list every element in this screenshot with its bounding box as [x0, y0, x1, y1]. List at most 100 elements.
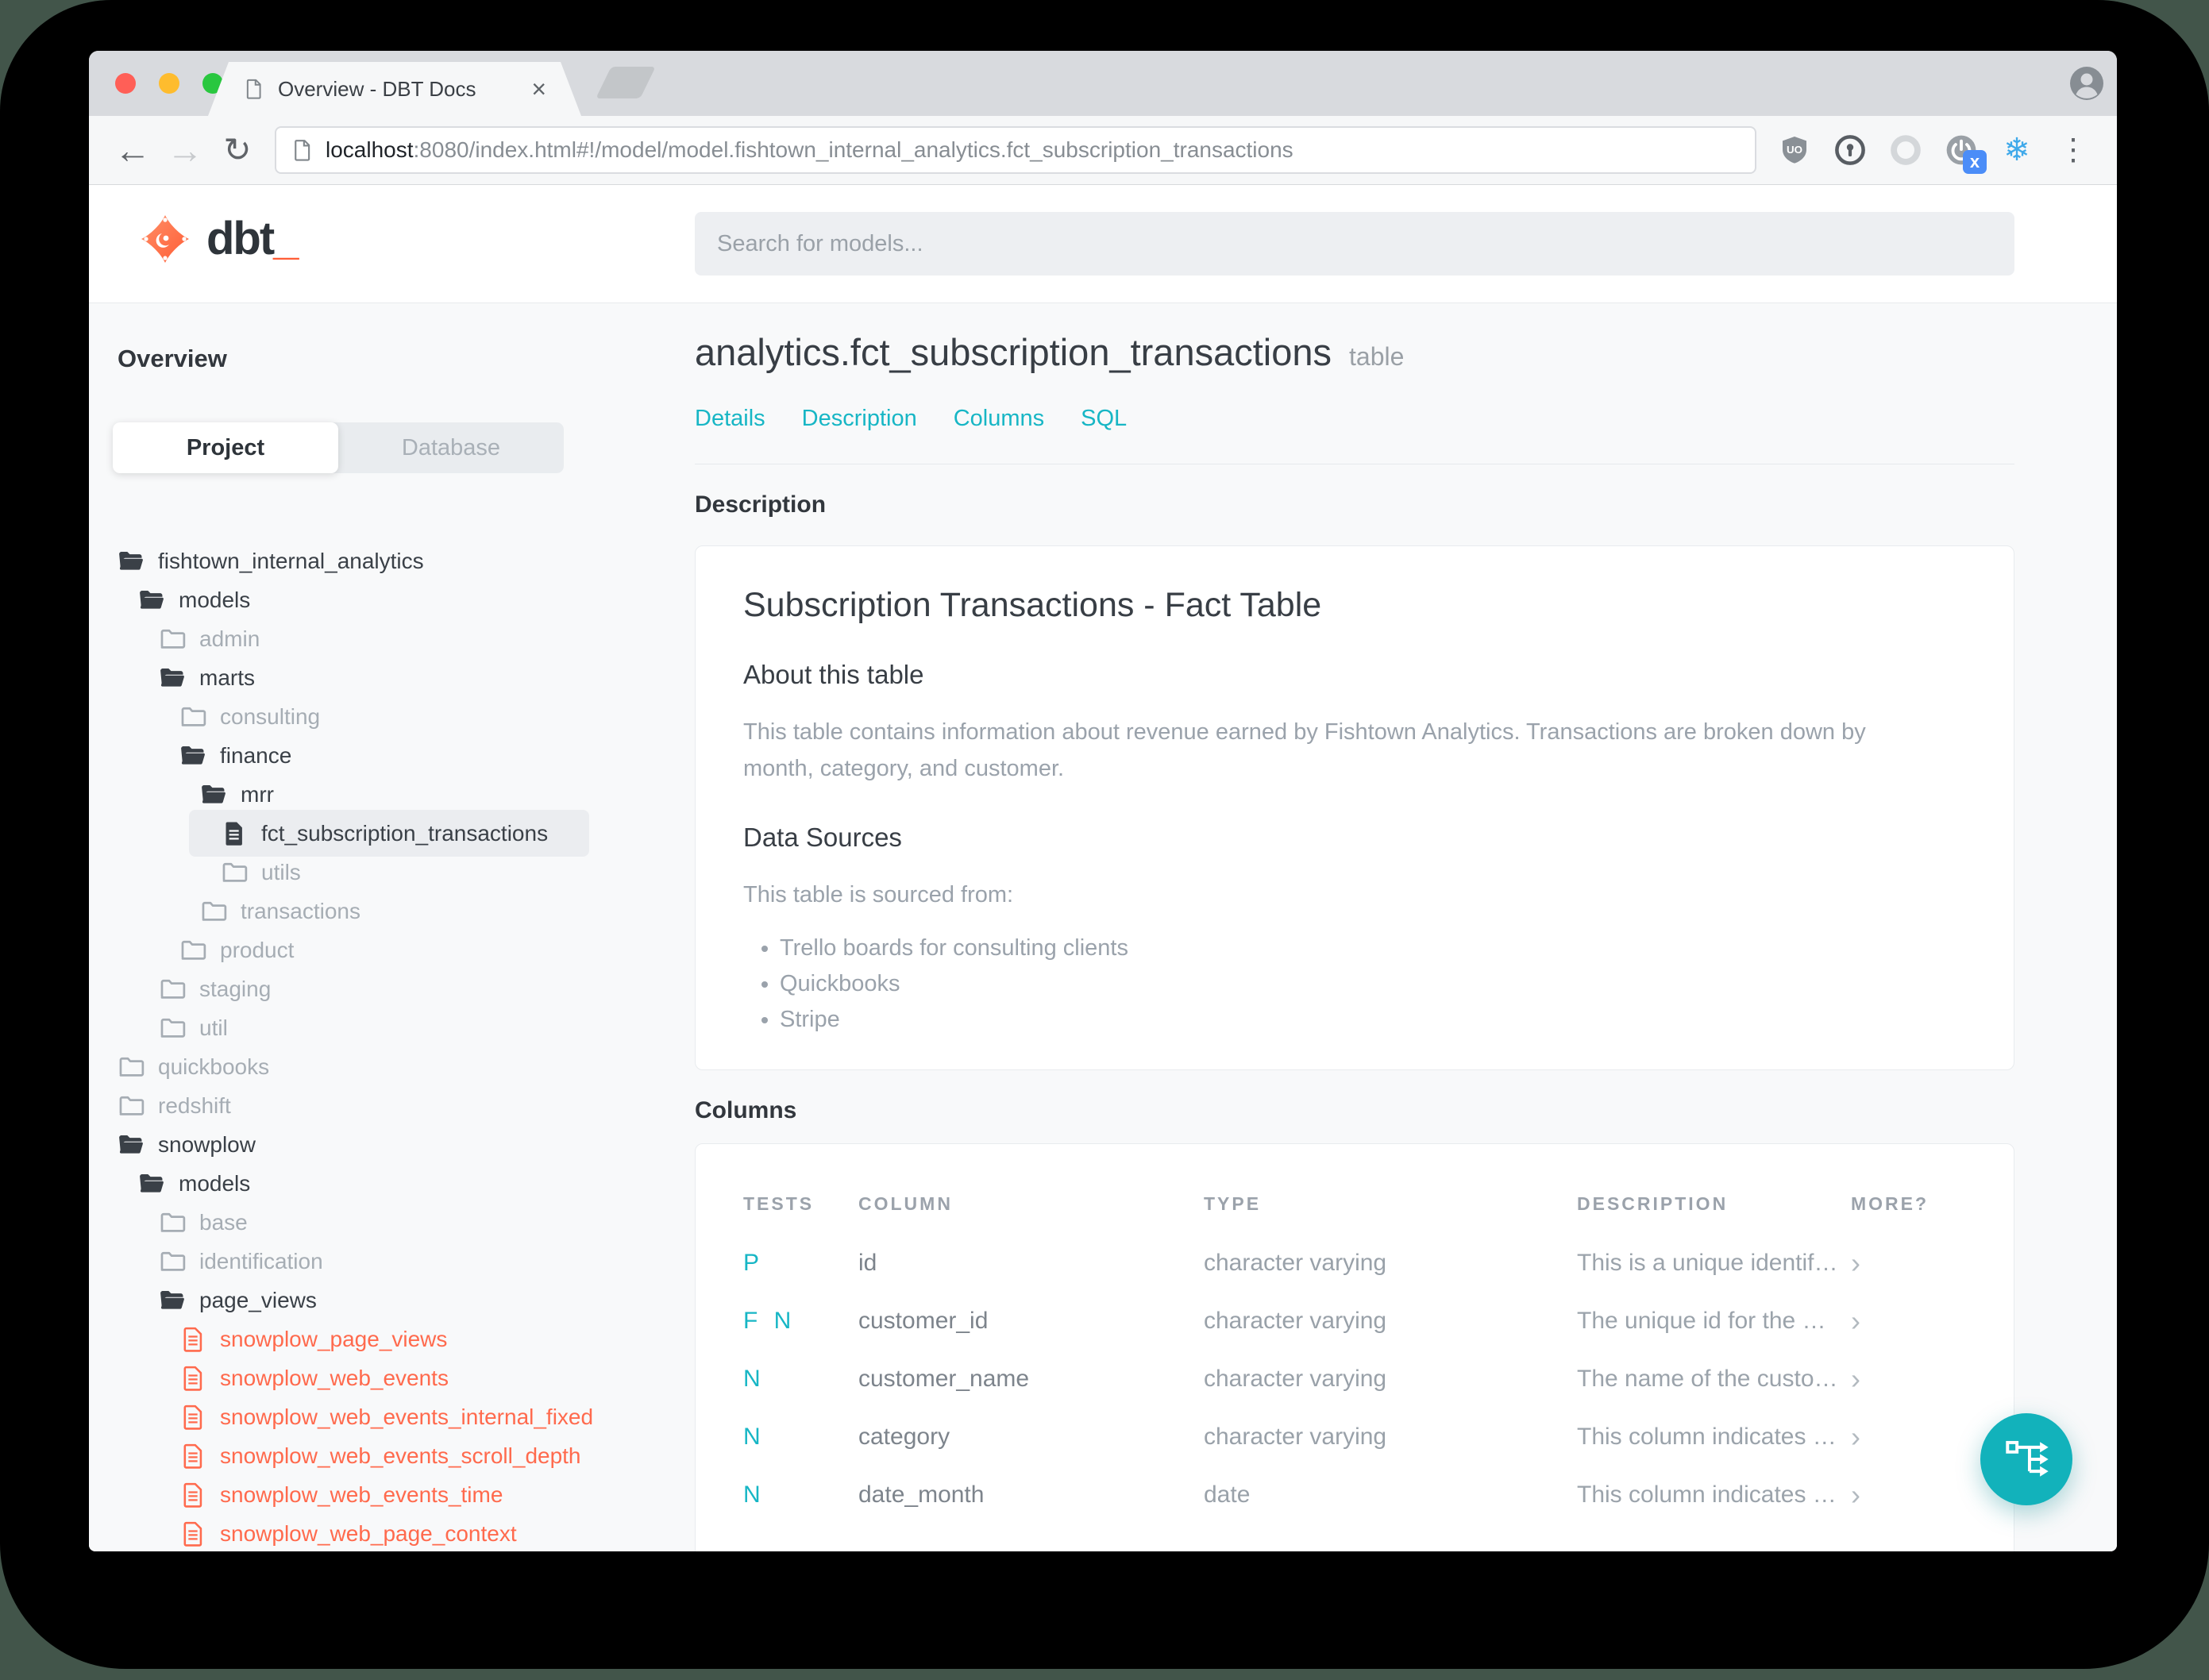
list-item: Quickbooks	[780, 971, 1966, 997]
tree-item-page-views[interactable]: page_views	[113, 1281, 683, 1320]
profile-avatar-icon[interactable]	[2069, 66, 2104, 101]
table-row[interactable]: P id character varying This is a unique …	[743, 1234, 1966, 1292]
tree-item-util[interactable]: util	[113, 1008, 683, 1047]
browser-menu-icon[interactable]: ⋮	[2050, 135, 2096, 165]
tree-item-staging[interactable]: staging	[113, 969, 683, 1008]
dbt-logo-text: dbt_	[206, 213, 299, 264]
browser-tab-strip: Overview - DBT Docs ×	[89, 51, 2117, 116]
search-input[interactable]	[695, 212, 2014, 276]
column-cell: category	[858, 1423, 950, 1450]
page-icon	[291, 138, 314, 162]
reload-button[interactable]: ↻	[214, 133, 260, 167]
tree-item-identification[interactable]: identification	[113, 1242, 683, 1281]
tree-item-snowplow-web-events-time[interactable]: snowplow_web_events_time	[113, 1475, 683, 1514]
tree-item-utils[interactable]: utils	[113, 853, 683, 892]
folder-closed-icon	[159, 1209, 186, 1236]
tree-item-snowplow-page-views[interactable]: snowplow_page_views	[113, 1320, 683, 1358]
description-cell: This column indicates …	[1577, 1481, 1837, 1508]
tree-item-snowplow-web-events-scroll-depth[interactable]: snowplow_web_events_scroll_depth	[113, 1436, 683, 1475]
table-row[interactable]: N customer_name character varying The na…	[743, 1350, 1966, 1408]
tab-details[interactable]: Details	[695, 406, 765, 432]
column-cell: id	[858, 1249, 877, 1276]
tests-cell: N	[743, 1481, 765, 1508]
tree-item-mrr[interactable]: mrr	[113, 775, 683, 814]
table-row[interactable]: F N customer_id character varying The un…	[743, 1292, 1966, 1350]
columns-section-heading: Columns	[695, 1097, 797, 1124]
list-item: Stripe	[780, 1007, 1966, 1033]
tests-cell: P	[743, 1249, 765, 1276]
tree-item-product[interactable]: product	[113, 931, 683, 969]
description-cell: The name of the custo…	[1577, 1365, 1838, 1392]
tree-item-snowplow[interactable]: snowplow	[113, 1125, 683, 1164]
data-sources-list: Trello boards for consulting clients Qui…	[743, 935, 1966, 1033]
page-title-row: analytics.fct_subscription_transactions …	[695, 330, 2117, 374]
sidebar: Overview Project Database fishtown_inter…	[89, 303, 683, 1551]
tree-item-redshift[interactable]: redshift	[113, 1086, 683, 1125]
tree-item-consulting[interactable]: consulting	[113, 697, 683, 736]
dbt-logo[interactable]: dbt_	[140, 213, 299, 264]
browser-tab[interactable]: Overview - DBT Docs ×	[208, 62, 581, 116]
tree-item-models-1[interactable]: models	[113, 580, 683, 619]
tab-sql[interactable]: SQL	[1081, 406, 1127, 432]
folder-closed-icon	[159, 1015, 186, 1042]
tab-close-icon[interactable]: ×	[531, 76, 546, 102]
expand-row-chevron-icon[interactable]: ›	[1851, 1350, 1966, 1408]
tree-item-transactions[interactable]: transactions	[113, 892, 683, 931]
tree-item-snowplow-web-page-context[interactable]: snowplow_web_page_context	[113, 1514, 683, 1551]
onepassword-extension-icon[interactable]	[1833, 133, 1868, 168]
tab-columns[interactable]: Columns	[954, 406, 1044, 432]
page-favicon-icon	[243, 78, 265, 100]
sidebar-overview-link[interactable]: Overview	[118, 345, 683, 373]
folder-open-icon	[179, 742, 206, 769]
minimize-window-button[interactable]	[159, 73, 179, 94]
app-header: dbt_	[89, 185, 2117, 303]
app-body: Overview Project Database fishtown_inter…	[89, 303, 2117, 1551]
tree-item-fct-subscription-transactions[interactable]: fct_subscription_transactions	[113, 810, 683, 857]
view-lineage-graph-button[interactable]	[1980, 1413, 2072, 1505]
back-button[interactable]: ←	[110, 132, 156, 168]
url-host: localhost	[326, 137, 414, 162]
tree-item-snowplow-web-events[interactable]: snowplow_web_events	[113, 1358, 683, 1397]
window-controls	[115, 73, 223, 94]
expand-row-chevron-icon[interactable]: ›	[1851, 1234, 1966, 1292]
expand-row-chevron-icon[interactable]: ›	[1851, 1408, 1966, 1466]
folder-open-icon	[138, 1170, 165, 1197]
pocket-extension-icon[interactable]	[1888, 133, 1923, 168]
ublock-extension-icon[interactable]: UO	[1777, 133, 1812, 168]
snowflake-extension-icon[interactable]: ❄	[1999, 133, 2034, 168]
tree-item-marts[interactable]: marts	[113, 658, 683, 697]
tab-database[interactable]: Database	[338, 422, 564, 473]
tree-item-quickbooks[interactable]: quickbooks	[113, 1047, 683, 1086]
model-nav-tabs: Details Description Columns SQL	[695, 406, 2117, 432]
tree-item-admin[interactable]: admin	[113, 619, 683, 658]
model-file-icon	[179, 1404, 206, 1431]
file-tree: fishtown_internal_analytics models admin…	[113, 541, 683, 1551]
tree-item-models-2[interactable]: models	[113, 1164, 683, 1203]
expand-row-chevron-icon[interactable]: ›	[1851, 1466, 1966, 1524]
table-row[interactable]: N date_month date This column indicates …	[743, 1466, 1966, 1524]
model-file-icon	[179, 1326, 206, 1353]
close-window-button[interactable]	[115, 73, 136, 94]
type-cell: character varying	[1204, 1365, 1387, 1392]
tree-item-finance[interactable]: finance	[113, 736, 683, 775]
tab-description[interactable]: Description	[802, 406, 917, 432]
new-tab-button[interactable]	[596, 67, 656, 98]
tests-cell: N	[743, 1423, 765, 1450]
col-header-type: TYPE	[1204, 1193, 1262, 1215]
tab-project[interactable]: Project	[113, 422, 338, 473]
table-row[interactable]: N category character varying This column…	[743, 1408, 1966, 1466]
url-path: :8080/index.html#!/model/model.fishtown_…	[413, 137, 1293, 162]
folder-open-icon	[159, 665, 186, 692]
type-cell: character varying	[1204, 1249, 1387, 1276]
extension-icons: UO x ❄	[1777, 133, 2034, 174]
address-bar[interactable]: localhost:8080/index.html#!/model/model.…	[275, 126, 1756, 174]
model-file-icon	[179, 1443, 206, 1470]
power-extension-icon[interactable]: x	[1944, 133, 1987, 174]
column-cell: customer_id	[858, 1307, 989, 1334]
expand-row-chevron-icon[interactable]: ›	[1851, 1292, 1966, 1350]
logo-underscore: _	[273, 213, 299, 264]
tree-item-fishtown-internal-analytics[interactable]: fishtown_internal_analytics	[113, 541, 683, 580]
tree-item-base[interactable]: base	[113, 1203, 683, 1242]
tree-item-snowplow-web-events-internal-fixed[interactable]: snowplow_web_events_internal_fixed	[113, 1397, 683, 1436]
forward-button[interactable]: →	[162, 132, 208, 168]
